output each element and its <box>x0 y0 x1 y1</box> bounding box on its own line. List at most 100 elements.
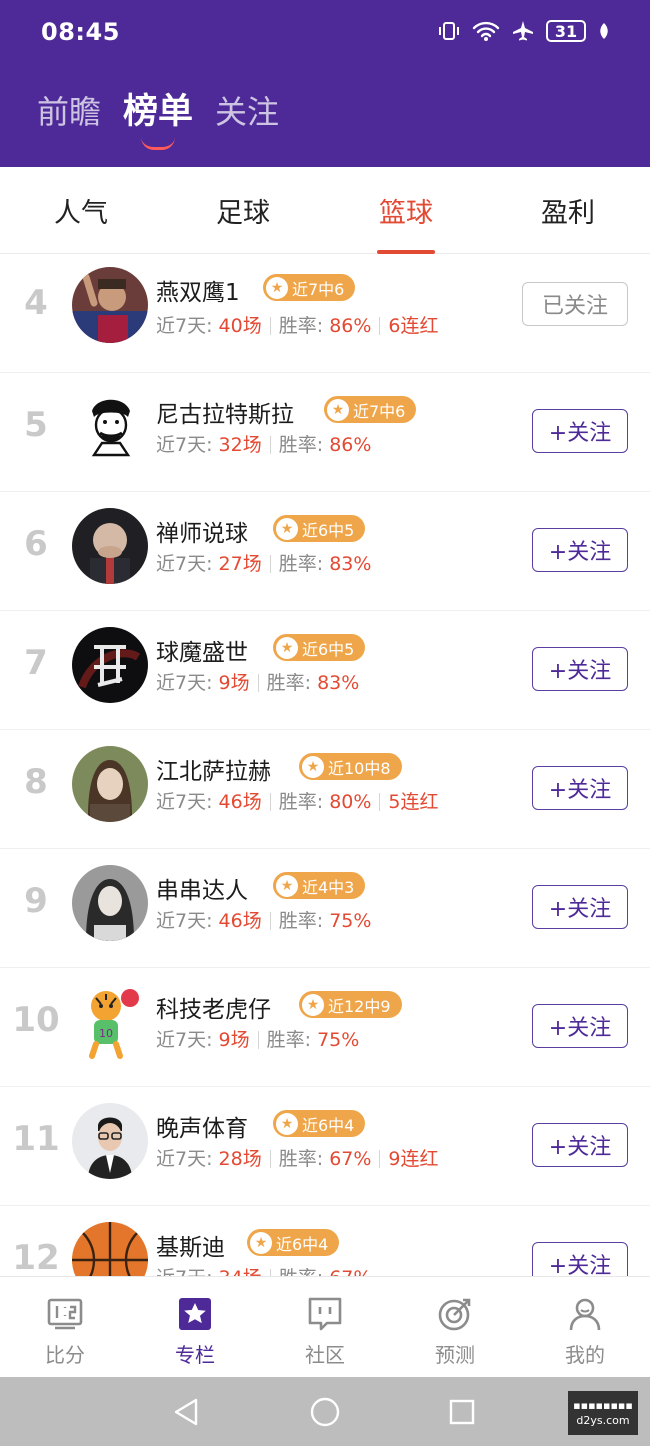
nav-mine[interactable]: 我的 <box>520 1277 650 1378</box>
tab-rankings[interactable]: 榜单 <box>123 88 193 150</box>
rate-label: 胜率: <box>278 1148 324 1170</box>
days-label: 近7天: <box>156 1267 213 1276</box>
tipster-name[interactable]: 科技老虎仔 <box>156 990 271 1024</box>
avatar[interactable] <box>72 1222 148 1276</box>
star-icon: ★ <box>276 517 298 540</box>
days-label: 近7天: <box>156 910 213 932</box>
follow-button[interactable]: +关注 <box>532 885 628 929</box>
win-rate: 67% <box>329 1267 371 1276</box>
win-rate: 75% <box>317 1029 360 1051</box>
hit-rate-badge: ★ 近10中8 <box>299 753 402 780</box>
match-count: 28场 <box>218 1148 262 1170</box>
nav-predict[interactable]: 预测 <box>390 1277 520 1378</box>
tipster-name[interactable]: 球魔盛世 <box>156 633 248 667</box>
days-label: 近7天: <box>156 1029 213 1051</box>
hit-rate-badge: ★ 近6中5 <box>273 634 366 661</box>
star-icon: ★ <box>276 1112 298 1135</box>
match-count: 34场 <box>219 1267 262 1276</box>
badge-text: 近7中6 <box>353 401 406 421</box>
community-icon <box>306 1295 344 1333</box>
tab-following[interactable]: 关注 <box>215 88 279 136</box>
tab-preview[interactable]: 前瞻 <box>37 88 101 136</box>
rank-number: 11 <box>12 1119 60 1159</box>
app-header: 08:45 31 前瞻 榜单 关注 <box>0 0 650 167</box>
badge-text: 近12中9 <box>328 996 391 1016</box>
ranking-row[interactable]: 11 晚声体育 ★ 近6中4 近7天: 28场 胜率: 67% 9连红 +关注 <box>0 1087 650 1206</box>
ranking-row[interactable]: 5 尼古拉特斯拉 ★ 近7中6 近7天: 32场 胜率: 86% +关注 <box>0 373 650 492</box>
nav-label: 我的 <box>565 1343 605 1367</box>
follow-button[interactable]: +关注 <box>532 766 628 810</box>
rank-number: 12 <box>12 1238 60 1276</box>
rate-label: 胜率: <box>278 315 324 337</box>
ranking-row[interactable]: 4 燕双鹰1 ★ 近7中6 近7天: 40场 胜率: 86% 6连红 已关注 <box>0 254 650 373</box>
followed-button[interactable]: 已关注 <box>522 282 628 326</box>
avatar[interactable] <box>72 627 148 703</box>
ranking-row[interactable]: 6 禅师说球 ★ 近6中5 近7天: 27场 胜率: 83% +关注 <box>0 492 650 611</box>
badge-text: 近6中4 <box>276 1234 329 1254</box>
avatar[interactable] <box>72 389 148 465</box>
ranking-row[interactable]: 12 基斯迪 ★ 近6中4 近7天: 34场 胜率: 67% +关注 <box>0 1206 650 1276</box>
badge-text: 近4中3 <box>302 877 355 897</box>
win-streak: 9连红 <box>388 1148 439 1170</box>
avatar[interactable] <box>72 508 148 584</box>
badge-text: 近6中5 <box>302 639 355 659</box>
ranking-row[interactable]: 7 球魔盛世 ★ 近6中5 近7天: 9场 胜率: 83% +关注 <box>0 611 650 730</box>
win-rate: 67% <box>329 1148 372 1170</box>
hit-rate-badge: ★ 近7中6 <box>324 396 417 423</box>
follow-button[interactable]: +关注 <box>532 1242 628 1276</box>
rate-label: 胜率: <box>278 910 324 932</box>
rank-number: 4 <box>24 283 48 323</box>
tipster-name[interactable]: 燕双鹰1 <box>156 273 240 307</box>
hit-rate-badge: ★ 近6中4 <box>247 1229 340 1256</box>
nav-label: 预测 <box>435 1343 475 1367</box>
star-icon: ★ <box>302 755 324 778</box>
ranking-list: 4 燕双鹰1 ★ 近7中6 近7天: 40场 胜率: 86% 6连红 已关注 5 尼… <box>0 254 650 1276</box>
nav-community[interactable]: 社区 <box>260 1277 390 1378</box>
tipster-name[interactable]: 晚声体育 <box>156 1109 248 1143</box>
tab-popular[interactable]: 人气 <box>0 167 162 254</box>
days-label: 近7天: <box>156 1148 213 1170</box>
days-label: 近7天: <box>156 434 213 456</box>
watermark: ▪▪▪▪▪▪▪▪ d2ys.com <box>568 1391 638 1435</box>
ranking-row[interactable]: 10 10 科技老虎仔 ★ 近12中9 近7天: 9场 胜率: 75% +关注 <box>0 968 650 1087</box>
tab-basketball[interactable]: 篮球 <box>325 167 487 254</box>
home-icon[interactable] <box>309 1396 341 1428</box>
tipster-name[interactable]: 尼古拉特斯拉 <box>156 395 294 429</box>
back-icon[interactable] <box>170 1396 202 1428</box>
star-icon: ★ <box>266 276 288 299</box>
recents-icon[interactable] <box>446 1396 478 1428</box>
badge-text: 近10中8 <box>328 758 391 778</box>
avatar[interactable] <box>72 746 148 822</box>
tipster-name[interactable]: 江北萨拉赫 <box>156 752 271 786</box>
win-rate: 86% <box>329 434 372 456</box>
tipster-name[interactable]: 串串达人 <box>156 871 248 905</box>
follow-button[interactable]: +关注 <box>532 1004 628 1048</box>
follow-button[interactable]: +关注 <box>532 528 628 572</box>
avatar[interactable] <box>72 1103 148 1179</box>
tipster-name[interactable]: 基斯迪 <box>156 1228 225 1262</box>
tipster-stats: 近7天: 27场 胜率: 83% <box>156 549 371 576</box>
rank-number: 9 <box>24 881 48 921</box>
tipster-name[interactable]: 禅师说球 <box>156 514 248 548</box>
avatar[interactable]: 10 <box>72 984 148 1060</box>
airplane-icon <box>512 20 534 42</box>
svg-text:10: 10 <box>99 1027 113 1040</box>
top-tabs: 前瞻 榜单 关注 <box>37 88 279 150</box>
status-icons: 31 <box>438 20 610 42</box>
follow-button[interactable]: +关注 <box>532 647 628 691</box>
tipster-stats: 近7天: 40场 胜率: 86% 6连红 <box>156 311 439 338</box>
rank-number: 5 <box>24 405 48 445</box>
person-icon <box>566 1295 604 1333</box>
win-rate: 83% <box>317 672 360 694</box>
win-streak: 6连红 <box>388 315 439 337</box>
tab-profit[interactable]: 盈利 <box>487 167 649 254</box>
nav-score[interactable]: 比分 <box>0 1277 130 1378</box>
avatar[interactable] <box>72 267 148 343</box>
follow-button[interactable]: +关注 <box>532 409 628 453</box>
avatar[interactable] <box>72 865 148 941</box>
ranking-row[interactable]: 8 江北萨拉赫 ★ 近10中8 近7天: 46场 胜率: 80% 5连红 +关注 <box>0 730 650 849</box>
tab-football[interactable]: 足球 <box>162 167 324 254</box>
nav-column[interactable]: 专栏 <box>130 1277 260 1378</box>
ranking-row[interactable]: 9 串串达人 ★ 近4中3 近7天: 46场 胜率: 75% +关注 <box>0 849 650 968</box>
follow-button[interactable]: +关注 <box>532 1123 628 1167</box>
